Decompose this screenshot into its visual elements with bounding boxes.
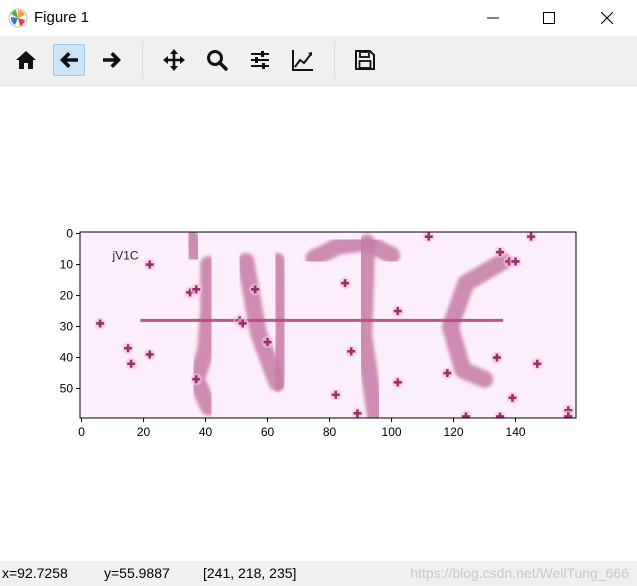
back-button[interactable] bbox=[53, 44, 85, 76]
arrow-right-icon bbox=[103, 52, 121, 68]
y-tick-label: 40 bbox=[60, 351, 74, 365]
customize-button[interactable] bbox=[287, 44, 319, 76]
pan-button[interactable] bbox=[158, 44, 190, 76]
close-button[interactable] bbox=[584, 0, 630, 36]
toolbar-separator bbox=[142, 42, 143, 78]
y-tick-label: 20 bbox=[60, 289, 74, 303]
pixel-value-readout: [241, 218, 235] bbox=[203, 565, 297, 581]
matplotlib-logo-icon bbox=[8, 8, 28, 28]
floppy-disk-icon bbox=[355, 50, 375, 70]
y-tick-label: 10 bbox=[60, 258, 74, 272]
move-icon bbox=[163, 49, 185, 71]
x-tick-label: 20 bbox=[137, 425, 151, 439]
subplots-button[interactable] bbox=[244, 44, 276, 76]
status-bar: x=92.7258 y=55.9887 [241, 218, 235] http… bbox=[0, 561, 637, 586]
x-tick-label: 140 bbox=[506, 425, 526, 439]
navigation-toolbar bbox=[0, 36, 637, 86]
zoom-button[interactable] bbox=[201, 44, 233, 76]
save-button[interactable] bbox=[349, 44, 381, 76]
cursor-x-readout: x=92.7258 bbox=[2, 565, 68, 581]
minimize-button[interactable] bbox=[470, 0, 516, 36]
x-tick-label: 100 bbox=[382, 425, 402, 439]
magnifier-icon bbox=[207, 50, 228, 71]
maximize-icon bbox=[543, 12, 555, 24]
home-icon bbox=[16, 51, 36, 69]
maximize-button[interactable] bbox=[526, 0, 572, 36]
home-button[interactable] bbox=[10, 44, 42, 76]
image-text-label: jV1C bbox=[112, 248, 139, 262]
title-bar: Figure 1 bbox=[0, 0, 637, 36]
x-tick-label: 60 bbox=[261, 425, 275, 439]
figure-canvas[interactable]: jV1C 0 20 40 60 80 100 120 140 0 10 20 30 40 50 bbox=[0, 87, 637, 561]
cursor-y-readout: y=55.9887 bbox=[104, 565, 170, 581]
image-plot[interactable]: jV1C 0 20 40 60 80 100 120 140 0 10 20 30 40 50 bbox=[0, 87, 637, 561]
y-tick-label: 50 bbox=[60, 382, 74, 396]
forward-button[interactable] bbox=[96, 44, 128, 76]
sliders-icon bbox=[251, 51, 269, 69]
window-title: Figure 1 bbox=[34, 9, 90, 26]
x-tick-label: 40 bbox=[199, 425, 213, 439]
y-tick-label: 0 bbox=[66, 227, 73, 241]
arrow-left-icon bbox=[60, 52, 78, 68]
close-icon bbox=[601, 12, 613, 24]
minimize-icon bbox=[487, 17, 499, 19]
watermark-text: https://blog.csdn.net/WellTung_666 bbox=[410, 565, 629, 581]
x-tick-label: 0 bbox=[78, 425, 85, 439]
x-tick-label: 80 bbox=[323, 425, 337, 439]
glyph-stroke bbox=[268, 252, 292, 391]
toolbar-separator bbox=[334, 42, 335, 78]
y-tick-label: 30 bbox=[60, 320, 74, 334]
line-chart-icon bbox=[292, 50, 313, 71]
x-tick-label: 120 bbox=[444, 425, 464, 439]
glyph-stroke bbox=[181, 232, 205, 264]
